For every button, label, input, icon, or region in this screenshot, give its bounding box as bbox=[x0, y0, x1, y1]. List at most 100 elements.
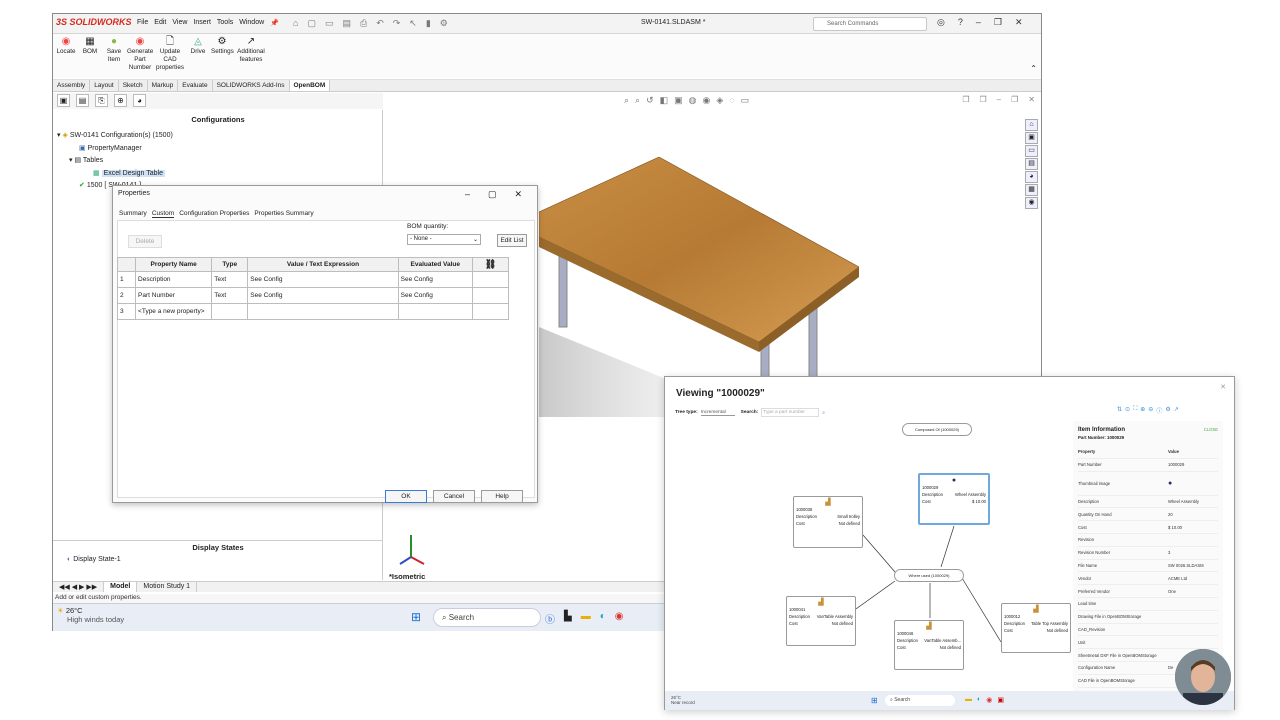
menu-view[interactable]: View bbox=[172, 19, 187, 27]
link-icon[interactable]: ⛓ bbox=[471, 257, 510, 272]
drive-button[interactable]: ◬ Drive bbox=[187, 36, 209, 72]
collapse-ribbon-icon[interactable]: ⌃ bbox=[1030, 64, 1037, 73]
property-manager-icon[interactable]: ▤ bbox=[76, 94, 89, 107]
openbom-icon[interactable]: ◉ bbox=[1025, 197, 1038, 209]
taskbar-search[interactable]: ⌕ Search bbox=[433, 608, 541, 627]
configuration-manager-icon[interactable]: ⎘ bbox=[95, 94, 108, 107]
tab-assembly[interactable]: Assembly bbox=[53, 80, 91, 91]
view-settings-icon[interactable]: ▭ bbox=[741, 95, 750, 106]
viewport-split-icon[interactable]: ❐ bbox=[980, 95, 987, 104]
export-icon[interactable]: ↗ bbox=[1174, 406, 1179, 415]
previous-view-icon[interactable]: ↺ bbox=[646, 95, 654, 106]
part-search-input[interactable]: Type a part number bbox=[761, 408, 820, 417]
tab-sketch[interactable]: Sketch bbox=[119, 80, 148, 91]
viewport-copy-icon[interactable]: ❐ bbox=[962, 95, 969, 104]
menu-file[interactable]: File bbox=[137, 19, 148, 27]
update-cad-properties-button[interactable]: 🗋 Update CAD properties bbox=[155, 36, 185, 72]
minimize-icon[interactable]: – bbox=[976, 17, 981, 28]
tab-summary[interactable]: Summary bbox=[119, 210, 147, 218]
file-explorer-icon[interactable]: ▭ bbox=[1025, 145, 1038, 157]
viewport-restore-icon[interactable]: ❐ bbox=[1011, 95, 1018, 104]
custom-properties-icon[interactable]: ▦ bbox=[1025, 184, 1038, 196]
taskview-icon[interactable]: ▙ bbox=[564, 611, 572, 626]
section-view-icon[interactable]: ◧ bbox=[660, 95, 669, 106]
new-icon[interactable]: ▢ bbox=[307, 18, 316, 29]
composed-of-node[interactable]: Composed Of (1000029) bbox=[902, 423, 972, 436]
folder-icon[interactable]: ▬ bbox=[581, 611, 591, 626]
zoom-area-icon[interactable]: ⌕ bbox=[635, 95, 640, 106]
resources-icon[interactable]: ⌂ bbox=[1025, 119, 1038, 131]
locate-button[interactable]: ◉ Locate bbox=[55, 36, 77, 72]
info-icon[interactable]: ⓘ bbox=[1156, 406, 1162, 415]
tab-custom[interactable]: Custom bbox=[151, 210, 175, 218]
item-info-close[interactable]: CLOSE bbox=[1204, 427, 1218, 433]
weather-widget[interactable]: ☀ 26°C High winds today bbox=[57, 606, 124, 624]
windows-start-icon[interactable]: ⊞ bbox=[871, 696, 878, 705]
swap-icon[interactable]: ⇅ bbox=[1117, 406, 1122, 415]
bom-button[interactable]: ▦ BOM bbox=[79, 36, 101, 72]
node-1000012[interactable]: ▟ 1000012 Description Table Top Assembly … bbox=[1001, 603, 1071, 653]
viewport-close-icon[interactable]: ✕ bbox=[1028, 95, 1035, 104]
node-1000041[interactable]: ▟ 1000041 Description VanTable Assembly C… bbox=[786, 596, 856, 646]
fit-icon[interactable]: ⛶ bbox=[1133, 406, 1137, 415]
tab-openbom[interactable]: OpenBOM bbox=[289, 80, 331, 91]
rebuild-icon[interactable]: ▮ bbox=[426, 18, 431, 29]
scene-icon[interactable]: ◌ bbox=[729, 95, 734, 106]
edge-icon[interactable]: ◐ bbox=[977, 696, 981, 704]
redo-icon[interactable]: ↷ bbox=[393, 18, 401, 29]
tab-markup[interactable]: Markup bbox=[148, 80, 179, 91]
zoom-out-icon[interactable]: ⊖ bbox=[1148, 406, 1153, 415]
tab-evaluate[interactable]: Evaluate bbox=[178, 80, 213, 91]
tab-model[interactable]: Model bbox=[104, 582, 138, 592]
pin-icon[interactable]: 📌 bbox=[270, 19, 279, 27]
tree-root[interactable]: ▾ ◈ SW-0141 Configuration(s) (1500) bbox=[57, 130, 173, 143]
view-palette-icon[interactable]: ▤ bbox=[1025, 158, 1038, 170]
view-orientation-icon[interactable]: ▣ bbox=[674, 95, 683, 106]
table-row[interactable]: 1 Description Text See Config See Config bbox=[116, 271, 510, 288]
edit-list-button[interactable]: Edit List bbox=[497, 234, 527, 247]
menu-window[interactable]: Window bbox=[239, 19, 264, 27]
cancel-button[interactable]: Cancel bbox=[433, 490, 475, 503]
open-icon[interactable]: ▭ bbox=[325, 18, 334, 29]
design-library-icon[interactable]: ▣ bbox=[1025, 132, 1038, 144]
dialog-maximize-icon[interactable]: ▢ bbox=[488, 189, 497, 200]
tree-type-select[interactable]: Incremental bbox=[700, 410, 735, 416]
undo-icon[interactable]: ↶ bbox=[376, 18, 384, 29]
table-row[interactable]: 3 <Type a new property> bbox=[116, 303, 510, 320]
restore-icon[interactable]: ❐ bbox=[994, 17, 1002, 28]
tab-properties-summary[interactable]: Properties Summary bbox=[254, 210, 313, 218]
taskbar-search[interactable]: ⌕ Search bbox=[885, 695, 955, 706]
user-icon[interactable]: ◎ bbox=[937, 17, 945, 28]
menu-tools[interactable]: Tools bbox=[217, 19, 233, 27]
help-button[interactable]: Help bbox=[481, 490, 523, 503]
node-1000036[interactable]: ▟ 1000036 Description Small trolley Cost N… bbox=[793, 496, 863, 548]
tab-configuration-properties[interactable]: Configuration Properties bbox=[179, 210, 249, 218]
settings-button[interactable]: ⚙ Settings bbox=[211, 36, 234, 72]
viewport-minimize-icon[interactable]: – bbox=[997, 95, 1001, 104]
openbom-close-icon[interactable]: ✕ bbox=[1220, 383, 1226, 391]
help-icon[interactable]: ? bbox=[958, 17, 963, 28]
ok-button[interactable]: OK bbox=[385, 490, 427, 503]
home-icon[interactable]: ⌂ bbox=[293, 18, 298, 29]
search-icon[interactable]: ⌕ bbox=[822, 410, 825, 416]
options-icon[interactable]: ⚙ bbox=[440, 18, 448, 29]
generate-part-number-button[interactable]: ◉ Generate Part Number bbox=[127, 36, 153, 72]
tab-addins[interactable]: SOLIDWORKS Add-Ins bbox=[213, 80, 290, 91]
zoom-in-icon[interactable]: ⊕ bbox=[1140, 406, 1145, 415]
display-style-icon[interactable]: ◍ bbox=[689, 95, 697, 106]
solidworks-icon[interactable]: ▣ bbox=[997, 696, 1004, 704]
menu-insert[interactable]: Insert bbox=[193, 19, 211, 27]
bom-quantity-select[interactable]: - None - ⌄ bbox=[407, 234, 481, 245]
save-item-button[interactable]: ● Save Item bbox=[103, 36, 125, 72]
tab-layout[interactable]: Layout bbox=[90, 80, 119, 91]
tab-nav-arrows[interactable]: ◀◀ ◀ ▶ ▶▶ bbox=[53, 582, 105, 592]
save-icon[interactable]: ▤ bbox=[342, 18, 351, 29]
edge-icon[interactable]: ◐ bbox=[600, 611, 606, 626]
additional-features-button[interactable]: ↗ Additional features bbox=[235, 36, 267, 72]
menu-edit[interactable]: Edit bbox=[154, 19, 166, 27]
center-icon[interactable]: ⊙ bbox=[1125, 406, 1130, 415]
table-row[interactable]: 2 Part Number Text See Config See Config bbox=[116, 287, 510, 304]
tree-property-manager[interactable]: ▣ PropertyManager bbox=[57, 143, 173, 156]
delete-button[interactable]: Delete bbox=[128, 235, 162, 248]
feature-tree-icon[interactable]: ▣ bbox=[57, 94, 70, 107]
